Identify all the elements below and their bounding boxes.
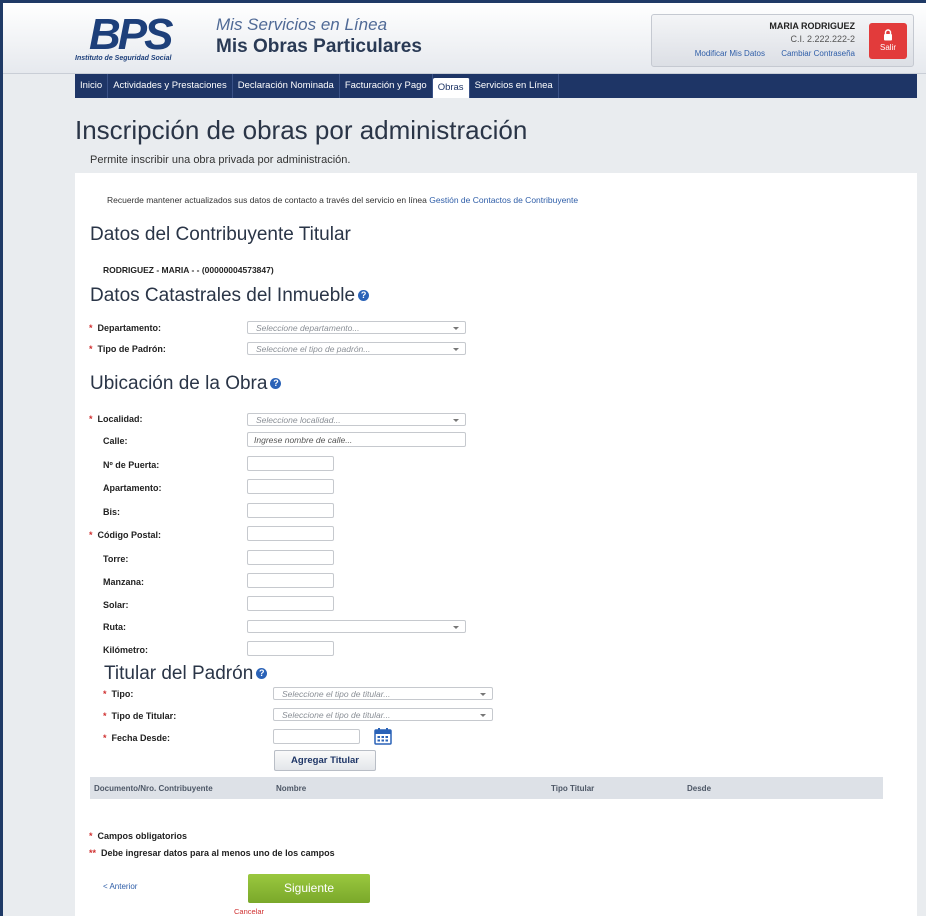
chevron-down-icon xyxy=(453,419,459,422)
fecha-desde-label: * Fecha Desde: xyxy=(103,733,171,743)
help-icon[interactable]: ? xyxy=(270,378,282,390)
departamento-label: * Departamento: xyxy=(89,323,162,333)
contacts-link[interactable]: Gestión de Contactos de Contribuyente xyxy=(429,195,578,205)
calle-label: Calle: xyxy=(103,436,128,446)
chevron-down-icon xyxy=(453,348,459,351)
notice-text: Recuerde mantener actualizados sus datos… xyxy=(107,195,427,205)
logout-label: Salir xyxy=(879,43,896,52)
ubicacion-heading: Ubicación de la Obra? xyxy=(90,373,282,395)
required-marker: * xyxy=(89,414,93,424)
tipo-padron-select[interactable]: Seleccione el tipo de padrón... xyxy=(247,342,466,355)
tab-inicio[interactable]: Inicio xyxy=(75,74,109,98)
titular-padron-heading-text: Titular del Padrón xyxy=(104,663,254,684)
tab-facturacion[interactable]: Facturación y Pago xyxy=(340,74,433,98)
column-header[interactable]: Documento/Nro. Contribuyente xyxy=(94,784,213,793)
previous-link[interactable]: < Anterior xyxy=(103,882,137,891)
tipo-padron-label: * Tipo de Padrón: xyxy=(89,344,166,354)
bps-logo[interactable]: BPS Instituto de Seguridad Social xyxy=(75,13,195,65)
tipo-titular-label: * Tipo de Titular: xyxy=(103,711,177,721)
tab-servicios[interactable]: Servicios en Línea xyxy=(470,74,559,98)
window-frame-left xyxy=(0,0,3,916)
chevron-down-icon xyxy=(453,327,459,330)
required-marker: * xyxy=(89,344,93,354)
service-subtitle: Mis Servicios en Línea xyxy=(216,15,388,34)
service-title: Mis Obras Particulares xyxy=(216,36,422,57)
catastrales-heading-text: Datos Catastrales del Inmueble xyxy=(90,285,356,306)
user-name: MARIA RODRIGUEZ xyxy=(769,21,855,31)
puerta-label: Nº de Puerta: xyxy=(103,460,160,470)
ruta-label: Ruta: xyxy=(103,622,126,632)
lock-icon xyxy=(884,29,892,41)
titular-heading: Datos del Contribuyente Titular xyxy=(90,224,351,245)
kilometro-label: Kilómetro: xyxy=(103,645,148,655)
user-links: Modificar Mis Datos Cambiar Contraseña xyxy=(681,49,855,58)
user-ci: C.I. 2.222.222-2 xyxy=(790,34,855,44)
kilometro-input[interactable] xyxy=(247,641,334,656)
tipo-titular-select[interactable]: Seleccione el tipo de titular... xyxy=(273,708,493,721)
fecha-desde-input[interactable] xyxy=(273,729,360,744)
chevron-down-icon xyxy=(480,693,486,696)
solar-label: Solar: xyxy=(103,600,129,610)
user-box: MARIA RODRIGUEZ C.I. 2.222.222-2 Modific… xyxy=(651,14,914,67)
solar-input[interactable] xyxy=(247,596,334,611)
calle-input[interactable]: Ingrese nombre de calle... xyxy=(247,432,466,447)
apartamento-input[interactable] xyxy=(247,479,334,494)
form-panel: Recuerde mantener actualizados sus datos… xyxy=(75,173,917,916)
localidad-label: * Localidad: xyxy=(89,414,143,424)
apartamento-label: Apartamento: xyxy=(103,483,162,493)
column-header[interactable]: Tipo Titular xyxy=(551,784,594,793)
tab-obras[interactable]: Obras xyxy=(432,78,470,98)
departamento-select[interactable]: Seleccione departamento... xyxy=(247,321,466,334)
logo-text: BPS xyxy=(89,10,174,59)
tab-declaracion[interactable]: Declaración Nominada xyxy=(233,74,340,98)
contact-notice: Recuerde mantener actualizados sus datos… xyxy=(107,195,578,205)
logo-subtitle: Instituto de Seguridad Social xyxy=(75,55,172,62)
help-icon[interactable]: ? xyxy=(358,290,370,302)
page-description: Permite inscribir una obra privada por a… xyxy=(90,154,351,166)
cancel-link[interactable]: Cancelar xyxy=(234,907,264,916)
add-titular-button[interactable]: Agregar Titular xyxy=(274,750,376,771)
tipo-select[interactable]: Seleccione el tipo de titular... xyxy=(273,687,493,700)
localidad-select[interactable]: Seleccione localidad... xyxy=(247,413,466,426)
one-of-fields-note: ** Debe ingresar datos para al menos uno … xyxy=(89,848,335,858)
bis-input[interactable] xyxy=(247,503,334,518)
double-required-marker: ** xyxy=(89,848,97,858)
puerta-input[interactable] xyxy=(247,456,334,471)
column-header[interactable]: Nombre xyxy=(276,784,306,793)
required-marker: * xyxy=(103,711,107,721)
column-header[interactable]: Desde xyxy=(687,784,711,793)
titular-padron-heading: Titular del Padrón? xyxy=(104,663,268,685)
main-nav: Inicio Actividades y Prestaciones Declar… xyxy=(75,74,917,98)
modify-data-link[interactable]: Modificar Mis Datos xyxy=(695,49,765,58)
calendar-icon[interactable] xyxy=(374,728,392,745)
tipo-label: * Tipo: xyxy=(103,689,134,699)
torre-label: Torre: xyxy=(103,554,129,564)
torre-input[interactable] xyxy=(247,550,334,565)
codigo-postal-input[interactable] xyxy=(247,526,334,541)
taxpayer-value: RODRIGUEZ - MARIA - - (00000004573847) xyxy=(103,265,274,275)
page-title: Inscripción de obras por administración xyxy=(75,115,528,145)
top-header: BPS Instituto de Seguridad Social Mis Se… xyxy=(3,3,926,74)
tab-actividades[interactable]: Actividades y Prestaciones xyxy=(108,74,233,98)
required-marker: * xyxy=(89,323,93,333)
ruta-select[interactable] xyxy=(247,620,466,633)
titulares-table-header: Documento/Nro. Contribuyente Nombre Tipo… xyxy=(90,777,883,799)
required-fields-note: * Campos obligatorios xyxy=(89,831,188,841)
change-password-link[interactable]: Cambiar Contraseña xyxy=(781,49,855,58)
required-marker: * xyxy=(103,689,107,699)
chevron-down-icon xyxy=(453,626,459,629)
manzana-label: Manzana: xyxy=(103,577,145,587)
required-marker: * xyxy=(103,733,107,743)
manzana-input[interactable] xyxy=(247,573,334,588)
next-button[interactable]: Siguiente xyxy=(248,874,370,903)
codigo-postal-label: * Código Postal: xyxy=(89,530,162,540)
catastrales-heading: Datos Catastrales del Inmueble? xyxy=(90,285,370,307)
ubicacion-heading-text: Ubicación de la Obra xyxy=(90,373,268,394)
logout-button[interactable]: Salir xyxy=(869,23,907,59)
required-marker: * xyxy=(89,831,93,841)
required-marker: * xyxy=(89,530,93,540)
help-icon[interactable]: ? xyxy=(256,668,268,680)
chevron-down-icon xyxy=(480,714,486,717)
bis-label: Bis: xyxy=(103,507,121,517)
